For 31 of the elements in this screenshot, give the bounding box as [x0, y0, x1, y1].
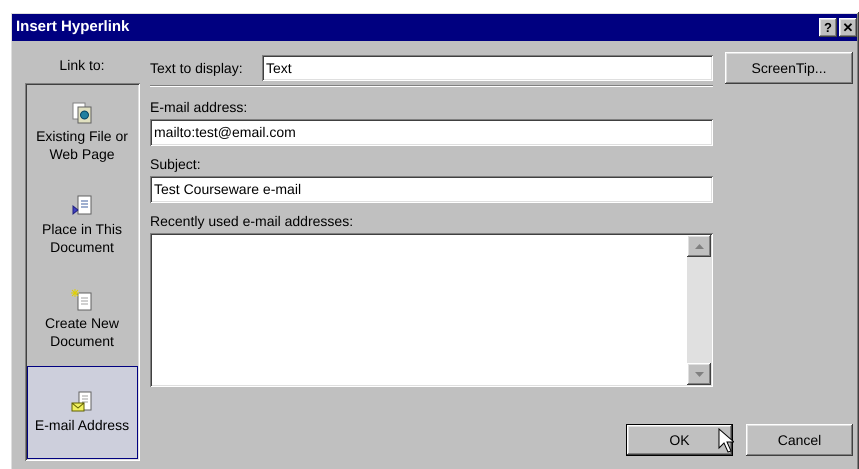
link-type-label: Create New Document [44, 314, 120, 350]
link-type-label: E-mail Address [34, 416, 130, 434]
up-triangle-icon [694, 244, 704, 248]
down-triangle-icon [694, 372, 704, 376]
envelope-document-icon [70, 390, 94, 414]
text-to-display-field[interactable]: Text [262, 55, 713, 81]
email-address-label: E-mail address: [150, 98, 248, 117]
link-type-item[interactable]: E-mail Address [26, 366, 138, 459]
new-document-icon [70, 288, 94, 312]
dialog-button[interactable]: Cancel [746, 424, 853, 456]
text-to-display-label: Text to display: [150, 58, 244, 78]
close-button[interactable]: ✕ [839, 18, 857, 37]
dialog-button[interactable]: OK [626, 424, 733, 456]
mouse-pointer-icon [718, 428, 734, 454]
document-globe-icon [70, 100, 94, 125]
scroll-up-button[interactable] [687, 235, 711, 257]
scrollbar[interactable] [687, 235, 711, 385]
link-type-label: Existing File or Web Page [35, 126, 129, 163]
email-address-field[interactable]: mailto:test@email.com [150, 119, 713, 146]
recent-addresses-label: Recently used e-mail addresses: [150, 212, 354, 231]
link-type-item[interactable]: Place in This Document [26, 178, 138, 272]
subject-field[interactable]: Test Courseware e-mail [150, 176, 713, 203]
scroll-down-button[interactable] [687, 363, 711, 385]
link-type-label: Place in This Document [41, 220, 123, 256]
link-type-item[interactable]: Existing File or Web Page [26, 85, 138, 178]
screentip-button[interactable]: ScreenTip... [725, 52, 853, 84]
window-title: Insert Hyperlink [16, 17, 130, 38]
subject-label: Subject: [150, 155, 202, 174]
link-to-label: Link to: [59, 56, 105, 75]
help-button[interactable]: ? [819, 18, 837, 37]
link-type-item[interactable]: Create New Document [26, 272, 138, 366]
